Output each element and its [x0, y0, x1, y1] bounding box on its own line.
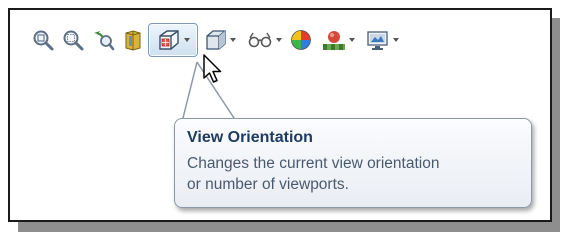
tooltip-description: Changes the current view orientation or …: [187, 155, 440, 193]
view-orientation-tooltip: View Orientation Changes the current vie…: [174, 118, 532, 208]
tooltip-title: View Orientation: [187, 129, 313, 146]
mouse-cursor-icon: [203, 54, 222, 83]
